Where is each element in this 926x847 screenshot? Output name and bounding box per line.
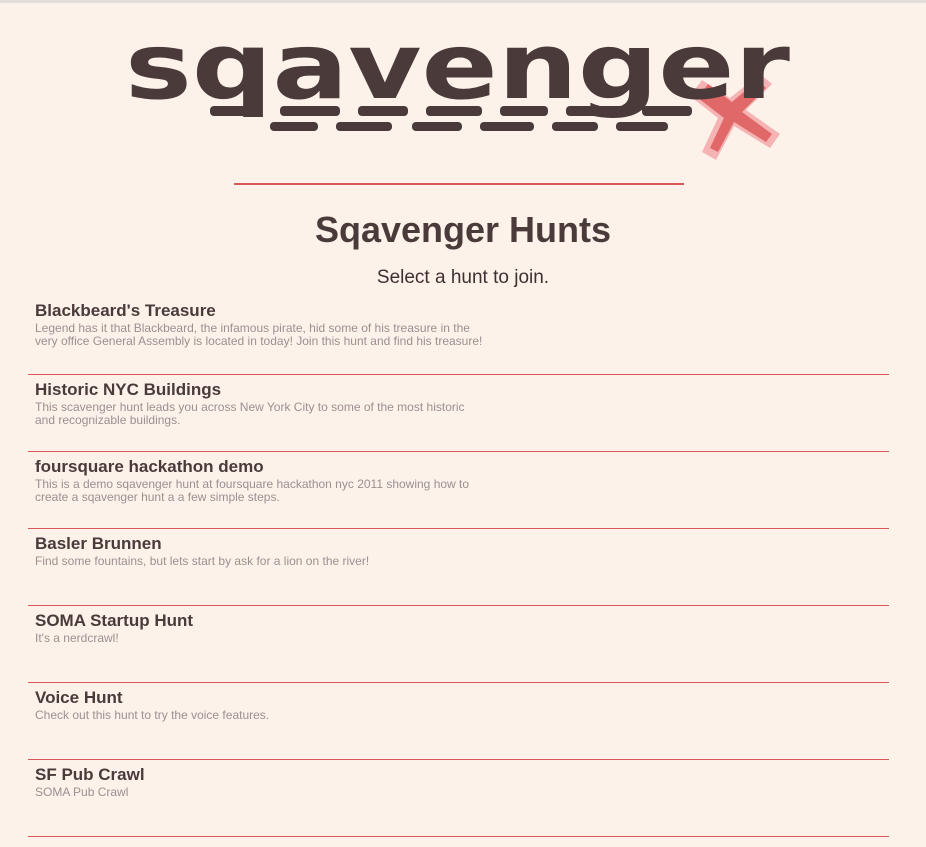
hunt-description: This scavenger hunt leads you across New… (35, 400, 465, 427)
hunt-item-basler-brunnen[interactable]: Basler Brunnen Find some fountains, but … (28, 529, 889, 606)
logo-divider (234, 183, 684, 185)
hunt-description: Find some fountains, but lets start by a… (35, 554, 370, 568)
hunt-item-voice-hunt[interactable]: Voice Hunt Check out this hunt to try th… (28, 683, 889, 760)
hunt-title[interactable]: foursquare hackathon demo (35, 457, 889, 477)
sqavenger-logo[interactable]: sqavenger (120, 18, 800, 168)
logo-wordmark: sqavenger (125, 18, 791, 120)
hunt-item-sf-pub-crawl[interactable]: SF Pub Crawl SOMA Pub Crawl (28, 760, 889, 837)
hunt-description: It's a nerdcrawl! (35, 631, 119, 645)
hunt-description: This is a demo sqavenger hunt at foursqu… (35, 477, 470, 504)
top-border (0, 0, 926, 3)
hunt-item-foursquare-hackathon-demo[interactable]: foursquare hackathon demo This is a demo… (28, 452, 889, 529)
hunt-item-historic-nyc-buildings[interactable]: Historic NYC Buildings This scavenger hu… (28, 375, 889, 452)
hunt-item-soma-startup-hunt[interactable]: SOMA Startup Hunt It's a nerdcrawl! (28, 606, 889, 683)
hunt-title[interactable]: Blackbeard's Treasure (35, 301, 889, 321)
hunt-description: SOMA Pub Crawl (35, 785, 129, 799)
hunt-title[interactable]: SF Pub Crawl (35, 765, 889, 785)
hunt-description: Check out this hunt to try the voice fea… (35, 708, 270, 722)
hunt-description: Legend has it that Blackbeard, the infam… (35, 321, 483, 348)
hunt-title[interactable]: SOMA Startup Hunt (35, 611, 889, 631)
hunt-item-blackbeards-treasure[interactable]: Blackbeard's Treasure Legend has it that… (28, 296, 889, 375)
page-subtitle: Select a hunt to join. (376, 267, 550, 288)
hunt-title[interactable]: Basler Brunnen (35, 534, 889, 554)
hunt-list: Blackbeard's Treasure Legend has it that… (28, 296, 889, 837)
page-title: Sqavenger Hunts (314, 209, 612, 250)
hunt-title[interactable]: Historic NYC Buildings (35, 380, 889, 400)
hunt-title[interactable]: Voice Hunt (35, 688, 889, 708)
